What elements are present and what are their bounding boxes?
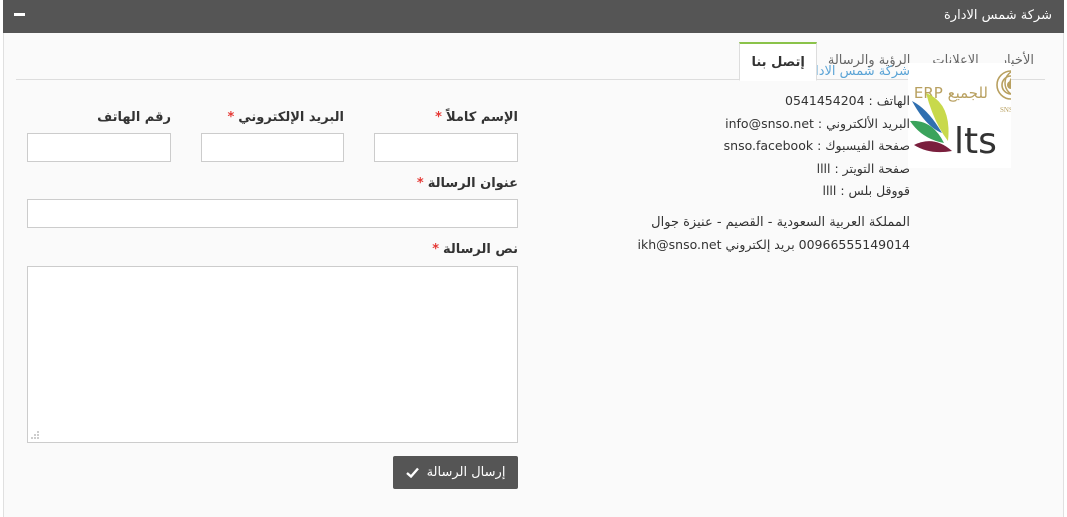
fullname-label: الإسم كاملاً* <box>435 110 518 125</box>
checkmark-icon <box>405 467 419 478</box>
company-info: شركة شمس الادارة الهاتف : 0541454204 الب… <box>638 64 910 257</box>
subject-label: عنوان الرسالة* <box>416 176 518 191</box>
email-label: البريد الإلكتروني* <box>227 110 344 125</box>
required-asterisk: * <box>227 110 235 125</box>
fullname-input[interactable] <box>374 133 518 162</box>
company-twitter: صفحة التويتر : llll <box>816 160 910 176</box>
required-asterisk: * <box>435 110 442 125</box>
collapse-minus-icon[interactable] <box>13 9 27 21</box>
phone-label: رقم الهاتف <box>97 110 171 125</box>
company-email: البريد الألكتروني : info@snso.net <box>725 115 910 131</box>
subject-input[interactable] <box>27 199 518 228</box>
logo-leaf-maroon <box>914 141 952 153</box>
window-title: شركة شمس الادارة <box>944 8 1052 23</box>
message-label: نص الرسالة* <box>432 242 518 257</box>
company-phone: الهاتف : 0541454204 <box>785 93 910 108</box>
message-textarea[interactable] <box>27 266 518 443</box>
required-asterisk: * <box>416 176 424 191</box>
resize-grip-icon[interactable] <box>30 430 40 440</box>
logo-erp-text: ERP للجميع <box>914 84 988 102</box>
company-mobile-email: 00966555149014 بريد إلكتروني ikh@snso.ne… <box>637 237 910 252</box>
phone-input[interactable] <box>27 133 171 162</box>
window-titlebar: شركة شمس الادارة <box>3 0 1064 33</box>
company-address: المملكة العربية السعودية - القصيم - عنيز… <box>651 214 910 230</box>
tab-contact-us[interactable]: إتصل بنا <box>739 42 817 81</box>
company-facebook: صفحة الفيسبوك : snso.facebook <box>723 138 910 153</box>
required-asterisk: * <box>432 242 439 257</box>
email-input[interactable] <box>201 133 344 162</box>
send-button-label: إرسال الرسالة <box>426 465 506 480</box>
logo-snso-text: SNSO <box>1000 106 1011 114</box>
logo-lts-text: lts <box>954 121 997 162</box>
company-logo: SNSO ERP للجميع lts <box>908 63 1011 168</box>
company-google-plus: قووقل بلس : llll <box>822 183 910 198</box>
send-message-button[interactable]: إرسال الرسالة <box>393 456 518 489</box>
logo-graphic: SNSO ERP للجميع lts <box>910 70 1011 162</box>
